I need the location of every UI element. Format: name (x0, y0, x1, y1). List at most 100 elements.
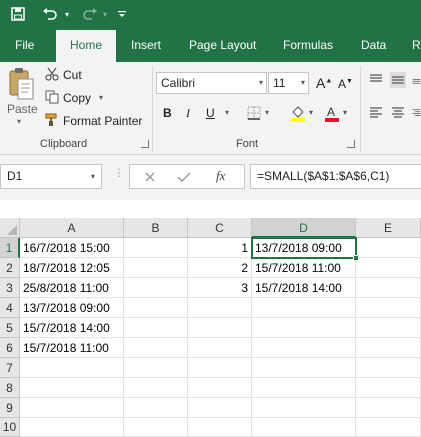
align-right-icon[interactable] (412, 105, 421, 121)
cell-a3[interactable]: 25/8/2018 11:00 (20, 278, 124, 298)
cell-a1[interactable]: 16/7/2018 15:00 (20, 238, 124, 258)
cell-d2[interactable]: 15/7/2018 11:00 (252, 258, 356, 278)
cell-a7[interactable] (20, 358, 124, 378)
cell-e1[interactable] (356, 238, 421, 258)
cell-d5[interactable] (252, 318, 356, 338)
paste-label[interactable]: Paste (7, 102, 38, 116)
font-color-dropdown-icon[interactable]: ▾ (343, 108, 347, 117)
row-header-8[interactable]: 8 (0, 378, 20, 398)
column-header-a[interactable]: A (20, 218, 124, 238)
cell-c5[interactable] (188, 318, 252, 338)
customize-qat-icon[interactable] (116, 0, 128, 28)
cancel-icon[interactable] (142, 169, 158, 185)
font-size-combo[interactable]: 11 ▾ (268, 72, 309, 94)
align-left-icon[interactable] (368, 105, 384, 121)
cell-b6[interactable] (124, 338, 188, 358)
cell-c3[interactable]: 3 (188, 278, 252, 298)
align-center-icon[interactable] (390, 105, 406, 121)
cell-c7[interactable] (188, 358, 252, 378)
format-painter-button[interactable]: Format Painter (63, 114, 142, 128)
cell-e4[interactable] (356, 298, 421, 318)
cell-c9[interactable] (188, 398, 252, 418)
cell-b3[interactable] (124, 278, 188, 298)
underline-dropdown-icon[interactable]: ▾ (225, 108, 229, 117)
cell-a10[interactable] (20, 418, 124, 437)
formula-bar-handle-icon[interactable]: ⋮ (114, 168, 124, 179)
tab-formulas[interactable]: Formulas (283, 28, 333, 62)
bold-icon[interactable]: B (163, 106, 172, 120)
align-top-icon[interactable] (368, 72, 384, 88)
cell-a8[interactable] (20, 378, 124, 398)
cell-d4[interactable] (252, 298, 356, 318)
row-header-9[interactable]: 9 (0, 398, 20, 418)
cell-b1[interactable] (124, 238, 188, 258)
insert-function-icon[interactable]: fx (216, 168, 225, 184)
cell-d10[interactable] (252, 418, 356, 437)
cell-e10[interactable] (356, 418, 421, 437)
font-name-combo[interactable]: Calibri ▾ (156, 72, 267, 94)
row-header-2[interactable]: 2 (0, 258, 20, 278)
borders-icon[interactable] (246, 105, 262, 121)
copy-icon[interactable] (44, 89, 60, 105)
tab-review[interactable]: R (412, 28, 421, 62)
font-color-icon[interactable]: A (323, 103, 341, 123)
name-box[interactable]: D1 ▾ (0, 164, 102, 189)
redo-dropdown-icon[interactable]: ▾ (100, 0, 110, 28)
cell-c1[interactable]: 1 (188, 238, 252, 258)
column-header-c[interactable]: C (188, 218, 252, 238)
cell-c4[interactable] (188, 298, 252, 318)
cell-e7[interactable] (356, 358, 421, 378)
cell-a4[interactable]: 13/7/2018 09:00 (20, 298, 124, 318)
tab-home[interactable]: Home (56, 30, 116, 62)
cell-b4[interactable] (124, 298, 188, 318)
cell-d3[interactable]: 15/7/2018 14:00 (252, 278, 356, 298)
row-header-4[interactable]: 4 (0, 298, 20, 318)
row-header-5[interactable]: 5 (0, 318, 20, 338)
cell-e6[interactable] (356, 338, 421, 358)
paste-icon[interactable] (6, 66, 36, 102)
cell-a6[interactable]: 15/7/2018 11:00 (20, 338, 124, 358)
undo-icon[interactable] (40, 0, 60, 28)
enter-check-icon[interactable] (176, 169, 192, 185)
save-icon[interactable] (8, 0, 28, 28)
cell-b9[interactable] (124, 398, 188, 418)
formula-input[interactable]: =SMALL($A$1:$A$6,C1) (250, 164, 421, 189)
font-dialog-launcher[interactable] (347, 140, 355, 148)
row-header-6[interactable]: 6 (0, 338, 20, 358)
fill-handle[interactable] (353, 255, 359, 261)
cell-a5[interactable]: 15/7/2018 14:00 (20, 318, 124, 338)
align-middle-icon[interactable] (390, 72, 406, 88)
row-header-10[interactable]: 10 (0, 418, 20, 437)
row-header-3[interactable]: 3 (0, 278, 20, 298)
cell-a9[interactable] (20, 398, 124, 418)
undo-dropdown-icon[interactable]: ▾ (62, 0, 72, 28)
paste-dropdown-icon[interactable]: ▾ (17, 117, 21, 126)
cut-button[interactable]: Cut (63, 68, 82, 82)
format-painter-icon[interactable] (44, 112, 60, 128)
cell-d9[interactable] (252, 398, 356, 418)
cell-d1[interactable]: 13/7/2018 09:00 (252, 238, 356, 258)
column-header-b[interactable]: B (124, 218, 188, 238)
cell-e9[interactable] (356, 398, 421, 418)
redo-icon[interactable] (80, 0, 100, 28)
cell-d7[interactable] (252, 358, 356, 378)
cell-a2[interactable]: 18/7/2018 12:05 (20, 258, 124, 278)
copy-dropdown-icon[interactable]: ▾ (99, 93, 103, 102)
cut-icon[interactable] (44, 66, 60, 82)
tab-page-layout[interactable]: Page Layout (189, 28, 256, 62)
select-all-button[interactable] (0, 218, 20, 238)
tab-insert[interactable]: Insert (131, 28, 161, 62)
cell-c8[interactable] (188, 378, 252, 398)
cell-e3[interactable] (356, 278, 421, 298)
cell-c6[interactable] (188, 338, 252, 358)
row-header-7[interactable]: 7 (0, 358, 20, 378)
decrease-font-size-icon[interactable]: A▼ (338, 77, 353, 91)
cell-e8[interactable] (356, 378, 421, 398)
cell-c10[interactable] (188, 418, 252, 437)
fill-color-icon[interactable] (289, 103, 307, 123)
cell-b8[interactable] (124, 378, 188, 398)
cell-b5[interactable] (124, 318, 188, 338)
italic-icon[interactable]: I (186, 106, 190, 121)
cell-c2[interactable]: 2 (188, 258, 252, 278)
cell-b10[interactable] (124, 418, 188, 437)
